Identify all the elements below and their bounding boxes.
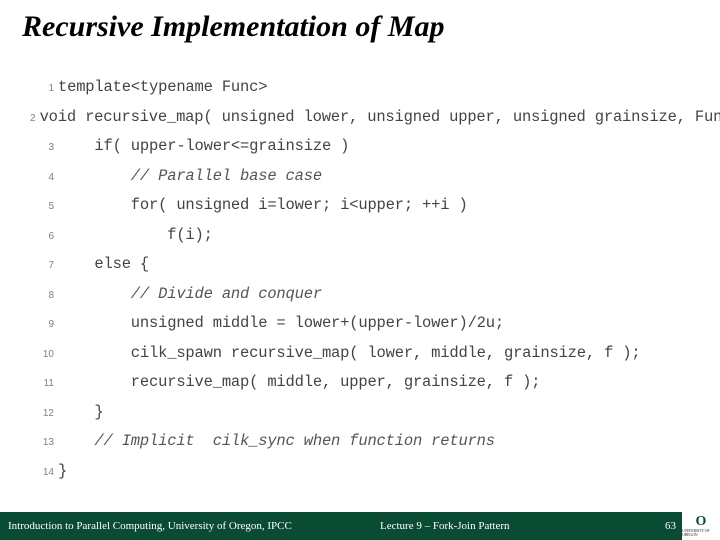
logo-o-icon: O [696, 515, 707, 529]
code-line: 12 } [30, 403, 690, 433]
footer-course: Introduction to Parallel Computing, Univ… [0, 520, 310, 532]
line-number: 6 [30, 231, 58, 242]
code-line: 13 // Implicit cilk_sync when function r… [30, 432, 690, 462]
page-number: 63 [665, 520, 682, 532]
code-line: 10 cilk_spawn recursive_map( lower, midd… [30, 344, 690, 374]
code-text: } [58, 462, 67, 480]
code-text: } [58, 403, 104, 421]
slide: Recursive Implementation of Map 1templat… [0, 0, 720, 540]
code-text: f(i); [58, 226, 213, 244]
line-number: 7 [30, 260, 58, 271]
code-line: 9 unsigned middle = lower+(upper-lower)/… [30, 314, 690, 344]
footer-bar: Introduction to Parallel Computing, Univ… [0, 512, 720, 540]
line-number: 2 [30, 113, 40, 124]
code-comment: // Parallel base case [58, 167, 322, 185]
line-number: 12 [30, 408, 58, 419]
code-comment: // Implicit cilk_sync when function retu… [58, 432, 495, 450]
code-line: 7 else { [30, 255, 690, 285]
line-number: 5 [30, 201, 58, 212]
line-number: 4 [30, 172, 58, 183]
code-line: 3 if( upper-lower<=grainsize ) [30, 137, 690, 167]
code-line: 14} [30, 462, 690, 492]
code-line: 2void recursive_map( unsigned lower, uns… [30, 108, 690, 138]
line-number: 13 [30, 437, 58, 448]
code-text: recursive_map( middle, upper, grainsize,… [58, 373, 540, 391]
logo-subtext: UNIVERSITY OF OREGON [682, 529, 720, 537]
code-text: void recursive_map( unsigned lower, unsi… [40, 108, 720, 126]
code-comment: // Divide and conquer [58, 285, 322, 303]
slide-title: Recursive Implementation of Map [0, 0, 720, 44]
code-text: if( upper-lower<=grainsize ) [58, 137, 349, 155]
code-text: template<typename Func> [58, 78, 267, 96]
code-text: for( unsigned i=lower; i<upper; ++i ) [58, 196, 468, 214]
code-text: cilk_spawn recursive_map( lower, middle,… [58, 344, 641, 362]
footer-lecture: Lecture 9 – Fork-Join Pattern [310, 520, 665, 532]
code-line: 1template<typename Func> [30, 78, 690, 108]
code-line: 5 for( unsigned i=lower; i<upper; ++i ) [30, 196, 690, 226]
code-line: 4 // Parallel base case [30, 167, 690, 197]
line-number: 10 [30, 349, 58, 360]
line-number: 1 [30, 83, 58, 94]
line-number: 8 [30, 290, 58, 301]
code-text: else { [58, 255, 149, 273]
university-logo: O UNIVERSITY OF OREGON [682, 512, 720, 540]
line-number: 9 [30, 319, 58, 330]
code-line: 8 // Divide and conquer [30, 285, 690, 315]
code-text: unsigned middle = lower+(upper-lower)/2u… [58, 314, 504, 332]
line-number: 3 [30, 142, 58, 153]
code-line: 11 recursive_map( middle, upper, grainsi… [30, 373, 690, 403]
code-line: 6 f(i); [30, 226, 690, 256]
line-number: 14 [30, 467, 58, 478]
line-number: 11 [30, 378, 58, 389]
code-listing: 1template<typename Func>2void recursive_… [30, 78, 690, 491]
